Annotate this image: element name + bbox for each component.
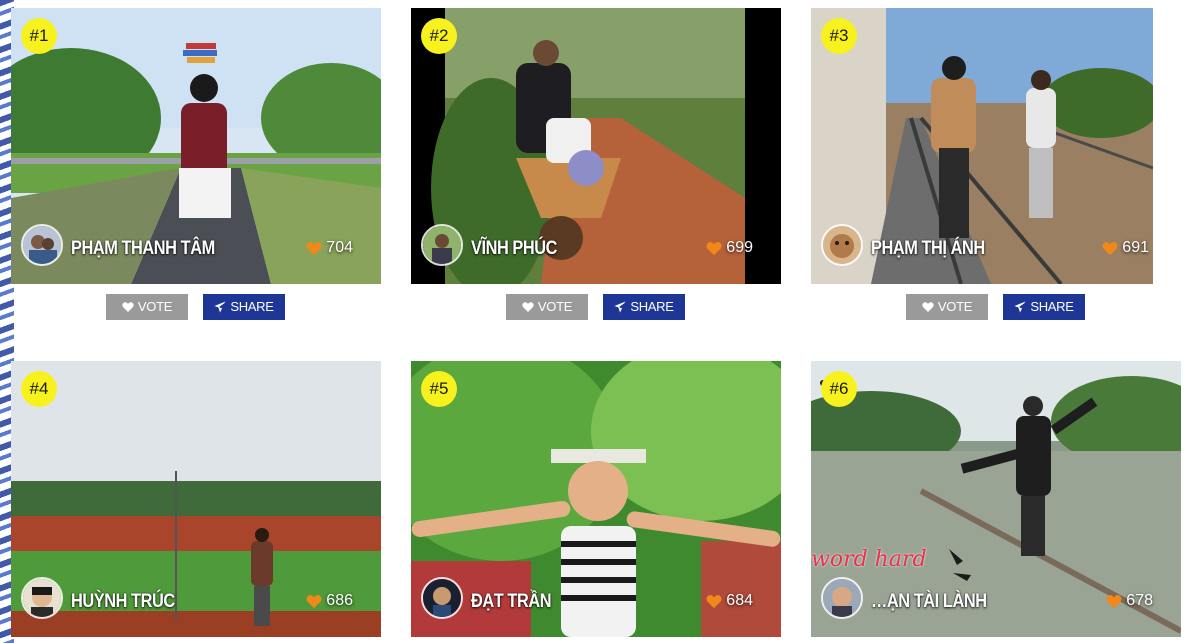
like-count-value: 684 bbox=[726, 592, 753, 609]
avatar bbox=[421, 577, 463, 619]
vote-button[interactable]: VOTE bbox=[106, 294, 188, 320]
share-label: SHARE bbox=[1030, 299, 1074, 314]
like-count: 699 bbox=[706, 239, 753, 257]
avatar bbox=[421, 224, 463, 266]
like-count: 678 bbox=[1106, 592, 1153, 610]
like-count-value: 699 bbox=[726, 239, 753, 256]
rank-badge: #4 bbox=[21, 371, 57, 407]
avatar bbox=[821, 224, 863, 266]
rank-badge: #1 bbox=[21, 18, 57, 54]
like-count-value: 704 bbox=[326, 239, 353, 256]
share-label: SHARE bbox=[230, 299, 274, 314]
share-button[interactable]: SHARE bbox=[1003, 294, 1085, 320]
avatar bbox=[21, 224, 63, 266]
entry-card[interactable]: #5 ĐẠT TRẦN 684 bbox=[411, 361, 781, 637]
like-count: 704 bbox=[306, 239, 353, 257]
share-label: SHARE bbox=[630, 299, 674, 314]
entry-name[interactable]: VĨNH PHÚC bbox=[471, 238, 557, 260]
vote-button[interactable]: VOTE bbox=[506, 294, 588, 320]
avatar bbox=[821, 577, 863, 619]
entry-name[interactable]: HUỲNH TRÚC bbox=[71, 591, 175, 613]
like-count-value: 678 bbox=[1126, 592, 1153, 609]
share-button[interactable]: SHARE bbox=[603, 294, 685, 320]
entry-name[interactable]: PHẠM THANH TÂM bbox=[71, 238, 215, 260]
rank-badge: #6 bbox=[821, 371, 857, 407]
rank-badge: #3 bbox=[821, 18, 857, 54]
share-button[interactable]: SHARE bbox=[203, 294, 285, 320]
heart-icon bbox=[522, 302, 534, 312]
heart-icon bbox=[306, 241, 322, 255]
vote-label: VOTE bbox=[537, 299, 573, 314]
send-icon bbox=[214, 301, 226, 313]
heart-icon bbox=[1102, 241, 1118, 255]
entry-name[interactable]: PHẠM THỊ ÁNH bbox=[871, 238, 985, 260]
like-count: 684 bbox=[706, 592, 753, 610]
entry-card[interactable]: #4 HUỲNH TRÚC 686 bbox=[11, 361, 381, 637]
heart-icon bbox=[706, 241, 722, 255]
send-icon bbox=[1014, 301, 1026, 313]
like-count: 686 bbox=[306, 592, 353, 610]
like-count-value: 686 bbox=[326, 592, 353, 609]
heart-icon bbox=[122, 302, 134, 312]
entry-card[interactable]: #3 PHẠM THỊ ÁNH 691 bbox=[811, 8, 1153, 284]
heart-icon bbox=[306, 594, 322, 608]
like-count: 691 bbox=[1102, 239, 1149, 257]
vote-button[interactable]: VOTE bbox=[906, 294, 988, 320]
vote-label: VOTE bbox=[937, 299, 973, 314]
heart-icon bbox=[1106, 594, 1122, 608]
avatar bbox=[21, 577, 63, 619]
entry-card[interactable]: #1 PHẠM THANH TÂM 704 bbox=[11, 8, 381, 284]
heart-icon bbox=[706, 594, 722, 608]
rank-badge: #5 bbox=[421, 371, 457, 407]
vote-label: VOTE bbox=[137, 299, 173, 314]
entry-card[interactable]: word hard #6 …ẠN TÀI LÀNH 678 bbox=[811, 361, 1181, 637]
heart-icon bbox=[922, 302, 934, 312]
send-icon bbox=[614, 301, 626, 313]
overlay-text: word hard bbox=[811, 547, 927, 572]
entry-name[interactable]: ĐẠT TRẦN bbox=[471, 591, 552, 613]
like-count-value: 691 bbox=[1122, 239, 1149, 256]
entry-name[interactable]: …ẠN TÀI LÀNH bbox=[871, 591, 987, 613]
rank-badge: #2 bbox=[421, 18, 457, 54]
entry-card[interactable]: #2 VĨNH PHÚC 699 bbox=[411, 8, 781, 284]
